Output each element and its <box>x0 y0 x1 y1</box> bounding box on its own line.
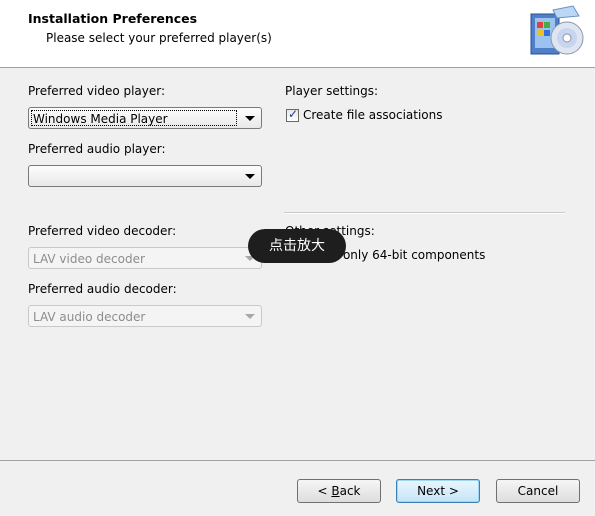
chevron-down-icon <box>245 314 255 319</box>
next-button[interactable]: Next > <box>396 479 480 503</box>
wizard-footer: < Back Next > Cancel <box>0 460 595 516</box>
video-player-value: Windows Media Player <box>33 112 168 126</box>
file-associations-checkbox[interactable]: ✓ <box>286 107 299 122</box>
audio-decoder-select[interactable]: LAV audio decoder <box>28 305 262 327</box>
zoom-tooltip[interactable]: 点击放大 <box>248 229 346 263</box>
audio-decoder-label: Preferred audio decoder: <box>28 282 177 296</box>
page-title: Installation Preferences <box>28 11 198 26</box>
checkmark-icon: ✓ <box>288 107 299 121</box>
wizard-content: Preferred video player: Windows Media Pl… <box>0 68 595 460</box>
chevron-down-icon[interactable] <box>245 174 255 179</box>
divider <box>284 212 565 214</box>
audio-decoder-value: LAV audio decoder <box>33 310 146 324</box>
file-associations-label[interactable]: Create file associations <box>303 108 443 122</box>
video-player-select[interactable]: Windows Media Player <box>28 107 262 129</box>
audio-player-label: Preferred audio player: <box>28 142 166 156</box>
video-decoder-label: Preferred video decoder: <box>28 224 177 238</box>
audio-player-select[interactable] <box>28 165 262 187</box>
page-subtitle: Please select your preferred player(s) <box>46 31 272 45</box>
back-button[interactable]: < Back <box>297 479 381 503</box>
install-disc-icon <box>530 5 584 55</box>
back-prefix: < <box>317 484 332 498</box>
video-decoder-value: LAV video decoder <box>33 252 145 266</box>
video-player-label: Preferred video player: <box>28 84 166 98</box>
wizard-header: Installation Preferences Please select y… <box>0 0 595 68</box>
chevron-down-icon[interactable] <box>245 116 255 121</box>
video-decoder-select[interactable]: LAV video decoder <box>28 247 262 269</box>
cancel-button[interactable]: Cancel <box>496 479 580 503</box>
back-mnemonic: B <box>331 484 340 498</box>
back-rest: ack <box>339 484 361 498</box>
player-settings-label: Player settings: <box>285 84 379 98</box>
